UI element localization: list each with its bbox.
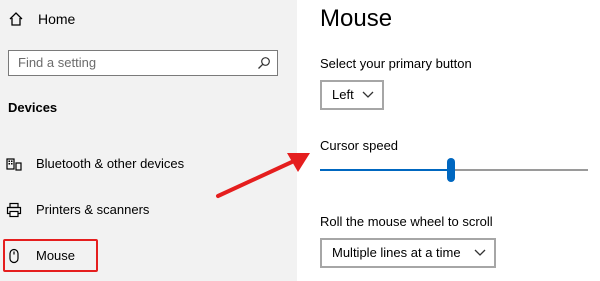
- search-icon[interactable]: [257, 56, 271, 70]
- sidebar-item-label: Printers & scanners: [36, 202, 150, 217]
- home-icon: [9, 12, 23, 26]
- printer-icon: [6, 202, 22, 218]
- home-nav-item[interactable]: Home: [8, 6, 75, 32]
- page-title: Mouse: [320, 5, 393, 32]
- cursor-speed-track-fill[interactable]: [320, 169, 451, 171]
- sidebar-item-printers[interactable]: Printers & scanners: [0, 196, 297, 224]
- cursor-speed-slider-thumb[interactable]: [447, 158, 455, 182]
- search-input[interactable]: Find a setting: [8, 50, 278, 76]
- cursor-speed-label: Cursor speed: [320, 138, 399, 153]
- search-placeholder: Find a setting: [18, 55, 97, 70]
- wheel-scroll-label: Roll the mouse wheel to scroll: [320, 214, 493, 229]
- bluetooth-devices-icon: [6, 158, 22, 171]
- mouse-highlight-annotation: [3, 239, 98, 272]
- chevron-down-icon: [362, 91, 374, 98]
- primary-button-label: Select your primary button: [320, 56, 472, 71]
- sidebar-item-bluetooth[interactable]: Bluetooth & other devices: [0, 150, 297, 178]
- home-label: Home: [38, 11, 76, 27]
- cursor-speed-track[interactable]: [451, 169, 588, 171]
- primary-button-dropdown[interactable]: Left: [320, 80, 384, 110]
- chevron-down-icon: [474, 249, 486, 256]
- section-title-devices: Devices: [8, 100, 58, 115]
- primary-button-value: Left: [332, 87, 354, 102]
- sidebar-item-label: Bluetooth & other devices: [36, 156, 185, 171]
- wheel-scroll-dropdown[interactable]: Multiple lines at a time: [320, 238, 496, 268]
- wheel-scroll-value: Multiple lines at a time: [332, 245, 461, 260]
